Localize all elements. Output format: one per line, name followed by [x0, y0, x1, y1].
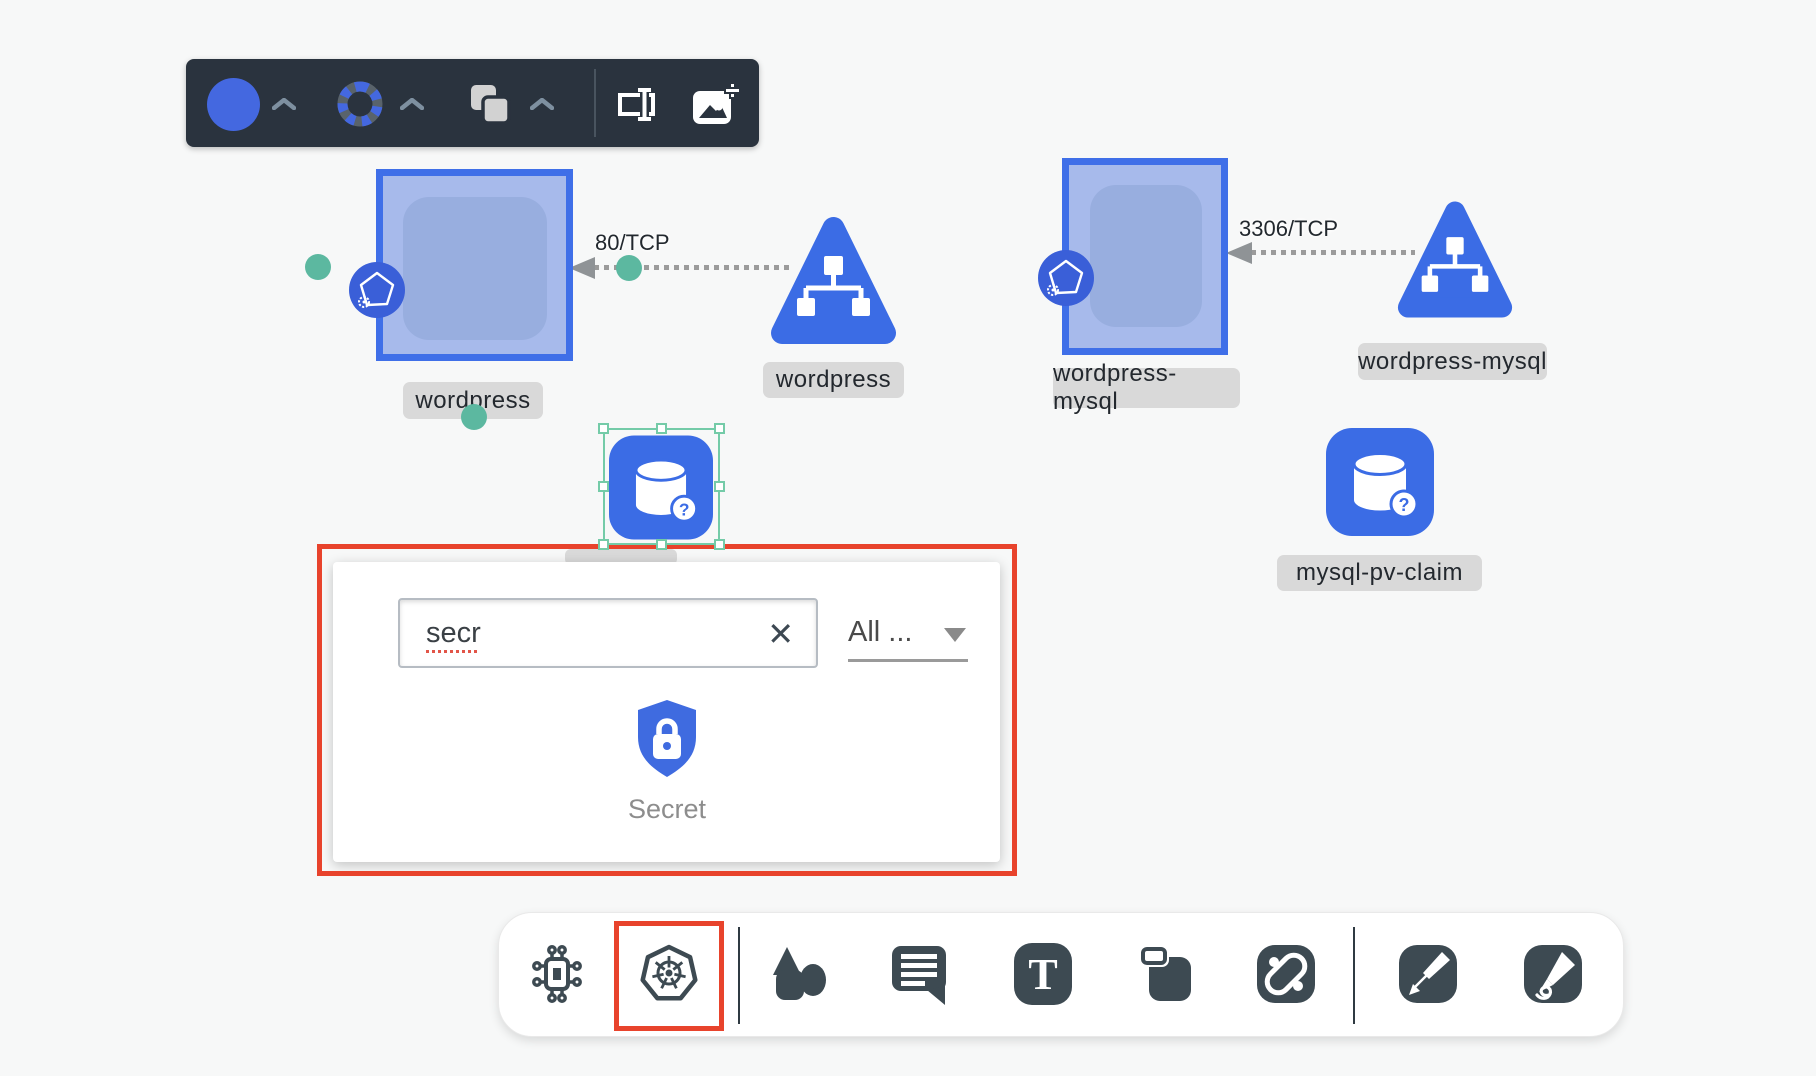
- selection-handle[interactable]: [714, 423, 725, 434]
- node-label[interactable]: wordpress-mysql: [1053, 368, 1240, 408]
- add-image-icon[interactable]: [691, 83, 741, 127]
- knife-pen-tool-icon[interactable]: [1399, 945, 1457, 1003]
- svg-text:T: T: [1028, 950, 1057, 999]
- shapes-tool-icon[interactable]: [770, 944, 830, 1004]
- pod-badge-icon[interactable]: [1038, 250, 1094, 306]
- selection-handle[interactable]: [714, 481, 725, 492]
- deployment-wordpress[interactable]: [376, 169, 573, 361]
- edge-label: 80/TCP: [595, 230, 670, 256]
- frame-tool-icon[interactable]: [1137, 943, 1199, 1005]
- selection-handle[interactable]: [656, 539, 667, 550]
- pod-area: [1090, 185, 1202, 327]
- node-label[interactable]: wordpress-mysql: [1358, 343, 1547, 380]
- chevron-up-icon[interactable]: [272, 98, 296, 110]
- connector-dot[interactable]: [461, 404, 487, 430]
- pvc-mysql-pv-claim[interactable]: ?: [1326, 428, 1434, 536]
- selection-handle[interactable]: [656, 423, 667, 434]
- link-tool-icon[interactable]: [1257, 945, 1315, 1003]
- pod-area: [403, 197, 547, 340]
- connector-dot[interactable]: [305, 254, 331, 280]
- toolbar-divider: [594, 69, 596, 137]
- canvas[interactable]: { "colors": { "accent_blue": "#3B6CE5", …: [0, 0, 1816, 1076]
- toolbar-divider: [1353, 927, 1355, 1024]
- chevron-up-icon[interactable]: [400, 98, 424, 110]
- connector-dot[interactable]: [616, 255, 642, 281]
- selection-handle[interactable]: [598, 423, 609, 434]
- active-tool-frame: [614, 921, 724, 1031]
- edge-label: 3306/TCP: [1239, 216, 1338, 242]
- fill-color-icon[interactable]: [207, 78, 260, 131]
- service-wordpress[interactable]: [770, 214, 897, 347]
- node-label[interactable]: mysql-pv-claim: [1277, 555, 1482, 591]
- text-tool-icon[interactable]: T: [1014, 943, 1072, 1005]
- comment-tool-icon[interactable]: [889, 942, 949, 1006]
- selection-box[interactable]: [603, 428, 720, 545]
- toolbar-divider: [738, 927, 740, 1024]
- selection-handle[interactable]: [598, 481, 609, 492]
- rename-icon[interactable]: [612, 85, 658, 123]
- chevron-up-icon[interactable]: [530, 98, 554, 110]
- selection-handle[interactable]: [714, 539, 725, 550]
- service-wordpress-mysql[interactable]: [1397, 192, 1513, 327]
- duplicate-icon[interactable]: [468, 82, 512, 126]
- edge-line-mysql[interactable]: [1251, 250, 1415, 255]
- pod-badge-icon[interactable]: [349, 262, 405, 318]
- node-label[interactable]: wordpress: [763, 362, 904, 398]
- svg-text:?: ?: [1399, 495, 1410, 515]
- selection-handle[interactable]: [598, 539, 609, 550]
- stroke-style-icon[interactable]: [332, 76, 388, 132]
- style-toolbar: [186, 59, 759, 147]
- signature-pen-tool-icon[interactable]: [1524, 945, 1582, 1003]
- arrowhead-left-icon: [1226, 242, 1252, 264]
- popup-highlight-frame: [317, 544, 1017, 876]
- network-chip-tool-icon[interactable]: [527, 944, 587, 1004]
